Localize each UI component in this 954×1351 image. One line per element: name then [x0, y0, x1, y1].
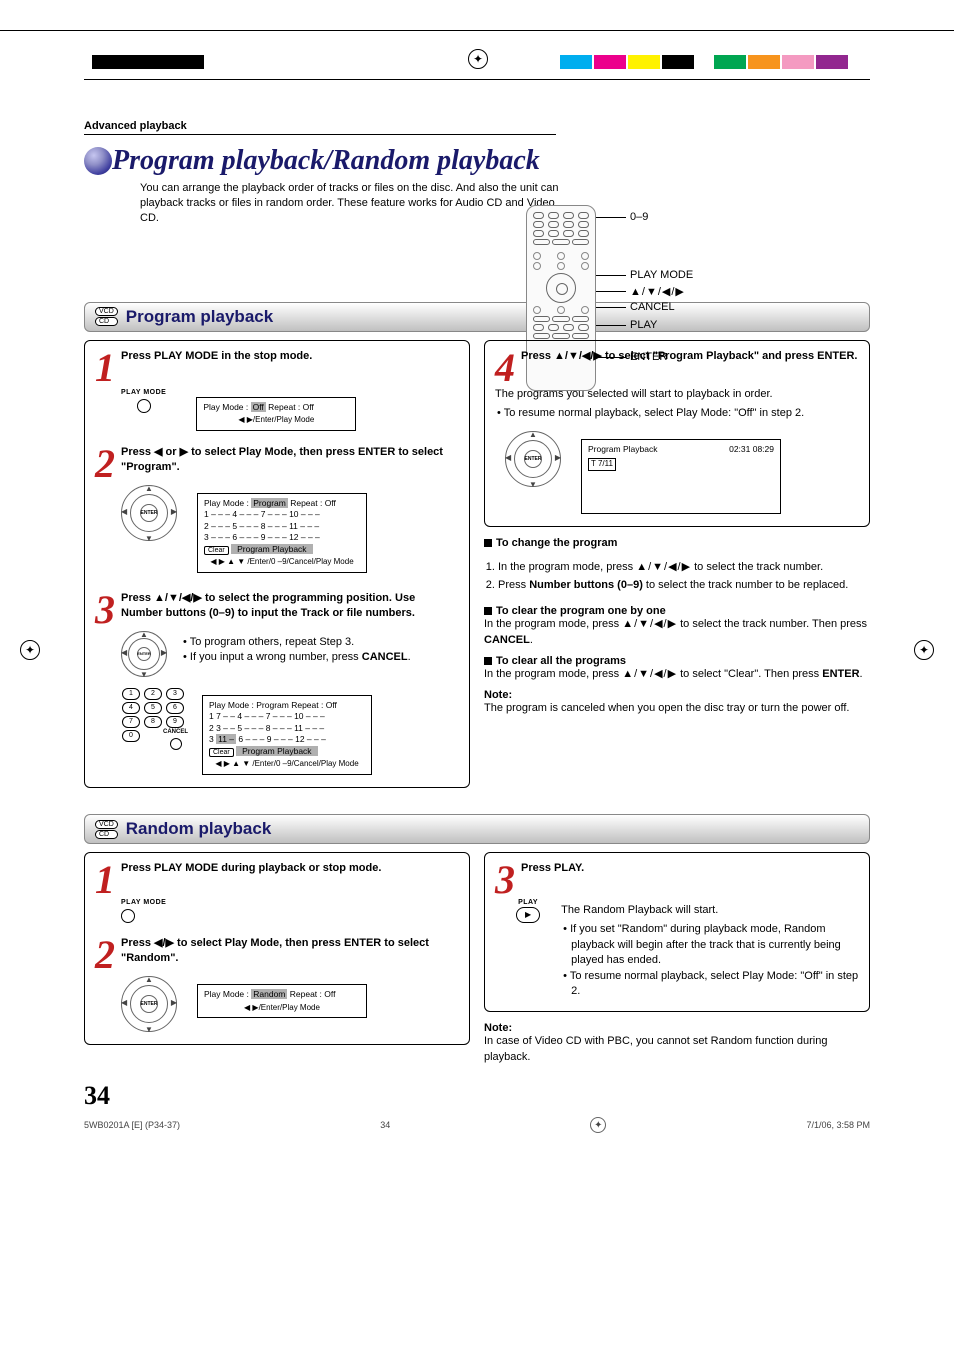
step3-bullets: To program others, repeat Step 3. If you… — [181, 635, 459, 666]
step-number: 2 — [95, 940, 115, 970]
page-number: 34 — [84, 1081, 870, 1111]
cancel-bold: CANCEL — [362, 651, 408, 663]
crop-marks — [0, 30, 954, 110]
program-steps-left: 1 Press PLAY MODE in the stop mode. PLAY… — [84, 340, 470, 789]
program-step4-box: 4 Press ▲/▼/◀/▶ to select "Program Playb… — [484, 340, 870, 528]
footer-left: 5WB0201A [E] (P34-37) — [84, 1120, 180, 1130]
osd-caption: ◀ ▶/Enter/Play Mode — [203, 415, 349, 426]
step4-body: The programs you selected will start to … — [495, 387, 859, 402]
step-number: 3 — [95, 595, 115, 625]
clear-all-heading: To clear all the programs — [496, 655, 626, 667]
osd-step4: Program Playback 02:31 08:29 T 7/11 — [581, 439, 781, 514]
remote-label-playmode: PLAY MODE — [630, 269, 693, 281]
step-number: 2 — [95, 449, 115, 479]
random-note-title: Note: — [484, 1022, 870, 1034]
osd-highlight: Off — [251, 402, 266, 412]
osd-track: T 7/11 — [588, 458, 616, 471]
square-bullet-icon — [484, 607, 492, 615]
print-footer: 5WB0201A [E] (P34-37) 34 ✦ 7/1/06, 3:58 … — [84, 1117, 870, 1133]
cancel-button-icon — [170, 738, 182, 750]
remote-label-arrows: ▲/▼/◀/▶ — [630, 285, 685, 298]
disc-badges: VCD CD — [95, 307, 118, 326]
enter-pad-icon: ENTER ▲▼◀▶ — [121, 485, 177, 541]
remote-label-play: PLAY — [630, 319, 657, 331]
random-step3-box: 3 Press PLAY. PLAY ▶ The Random Playback… — [484, 852, 870, 1012]
remote-label-numbers: 0–9 — [630, 211, 648, 223]
clear-one-heading: To clear the program one by one — [496, 605, 666, 617]
enter-center: ENTER — [140, 504, 158, 522]
osd-step1: Play Mode : Off Repeat : Off ◀ ▶/Enter/P… — [196, 397, 356, 431]
band-title-program: Program playback — [126, 307, 273, 327]
dpad-icon — [546, 273, 576, 303]
osd-random: Play Mode : Random Repeat : Off ◀ ▶/Ente… — [197, 984, 367, 1018]
footer-mid: 34 — [380, 1120, 390, 1130]
rand-step2-text: Press ◀/▶ to select Play Mode, then pres… — [95, 936, 459, 966]
step4-text: Press ▲/▼/◀/▶ to select "Program Playbac… — [495, 349, 859, 364]
rand-step3-bullets: If you set "Random" during playback mode… — [561, 922, 859, 999]
playmode-label: PLAY MODE — [121, 389, 166, 396]
disc-badges: VCD CD — [95, 820, 118, 839]
playmode-button-icon — [121, 909, 135, 923]
change-heading: To change the program — [496, 537, 617, 549]
osd-step2: Play Mode : Program Repeat : Off 1 – – –… — [197, 493, 367, 573]
intro-text: You can arrange the playback order of tr… — [140, 181, 560, 226]
step1-text: Press PLAY MODE in the stop mode. — [95, 349, 459, 364]
enter-pad-icon: ENTER ▲▼◀▶ — [505, 431, 561, 487]
enter-pad-icon: ENTER ▲▼◀▶ — [121, 631, 167, 677]
step-number: 3 — [495, 865, 515, 895]
number-pad-illustration: 123 456 789 0 CANCEL — [121, 687, 188, 753]
registration-mark-icon: ✦ — [590, 1117, 606, 1133]
section-label: Advanced playback — [84, 120, 556, 135]
registration-bar — [172, 55, 204, 69]
step4-bullets: To resume normal playback, select Play M… — [495, 406, 859, 421]
step-number: 4 — [495, 353, 515, 383]
registration-bar — [92, 55, 172, 69]
section-band-random: VCD CD Random playback — [84, 814, 870, 844]
square-bullet-icon — [484, 539, 492, 547]
badge-vcd: VCD — [95, 307, 118, 316]
osd-step3: Play Mode : Program Repeat : Off 1 7 – –… — [202, 695, 372, 775]
play-button-icon: ▶ — [516, 907, 540, 923]
footer-right: 7/1/06, 3:58 PM — [806, 1120, 870, 1130]
rand-step3-text: Press PLAY. — [495, 861, 859, 876]
remote-label-cancel: CANCEL — [630, 301, 675, 313]
change-program-section: To change the program In the program mod… — [484, 537, 870, 716]
sphere-icon — [84, 147, 112, 175]
rand-step3-body: The Random Playback will start. — [561, 903, 859, 918]
color-registration-blocks — [560, 55, 848, 69]
page-title: Program playback/Random playback — [84, 145, 870, 177]
badge-cd: CD — [95, 317, 118, 326]
playmode-button-icon — [137, 399, 151, 413]
rand-step1-text: Press PLAY MODE during playback or stop … — [95, 861, 459, 876]
page-title-text: Program playback/Random playback — [112, 145, 540, 176]
square-bullet-icon — [484, 657, 492, 665]
note-body: The program is canceled when you open th… — [484, 701, 870, 716]
step-number: 1 — [95, 865, 115, 895]
enter-pad-icon: ENTER ▲▼◀▶ — [121, 976, 177, 1032]
step-number: 1 — [95, 353, 115, 383]
random-steps-left: 1 Press PLAY MODE during playback or sto… — [84, 852, 470, 1045]
step2-text: Press ◀ or ▶ to select Play Mode, then p… — [95, 445, 459, 475]
random-note-body: In case of Video CD with PBC, you cannot… — [484, 1034, 870, 1065]
step3-text: Press ▲/▼/◀/▶ to select the programming … — [95, 591, 459, 621]
registration-mark-icon — [468, 49, 488, 69]
note-title: Note: — [484, 689, 870, 701]
band-title-random: Random playback — [126, 819, 272, 839]
